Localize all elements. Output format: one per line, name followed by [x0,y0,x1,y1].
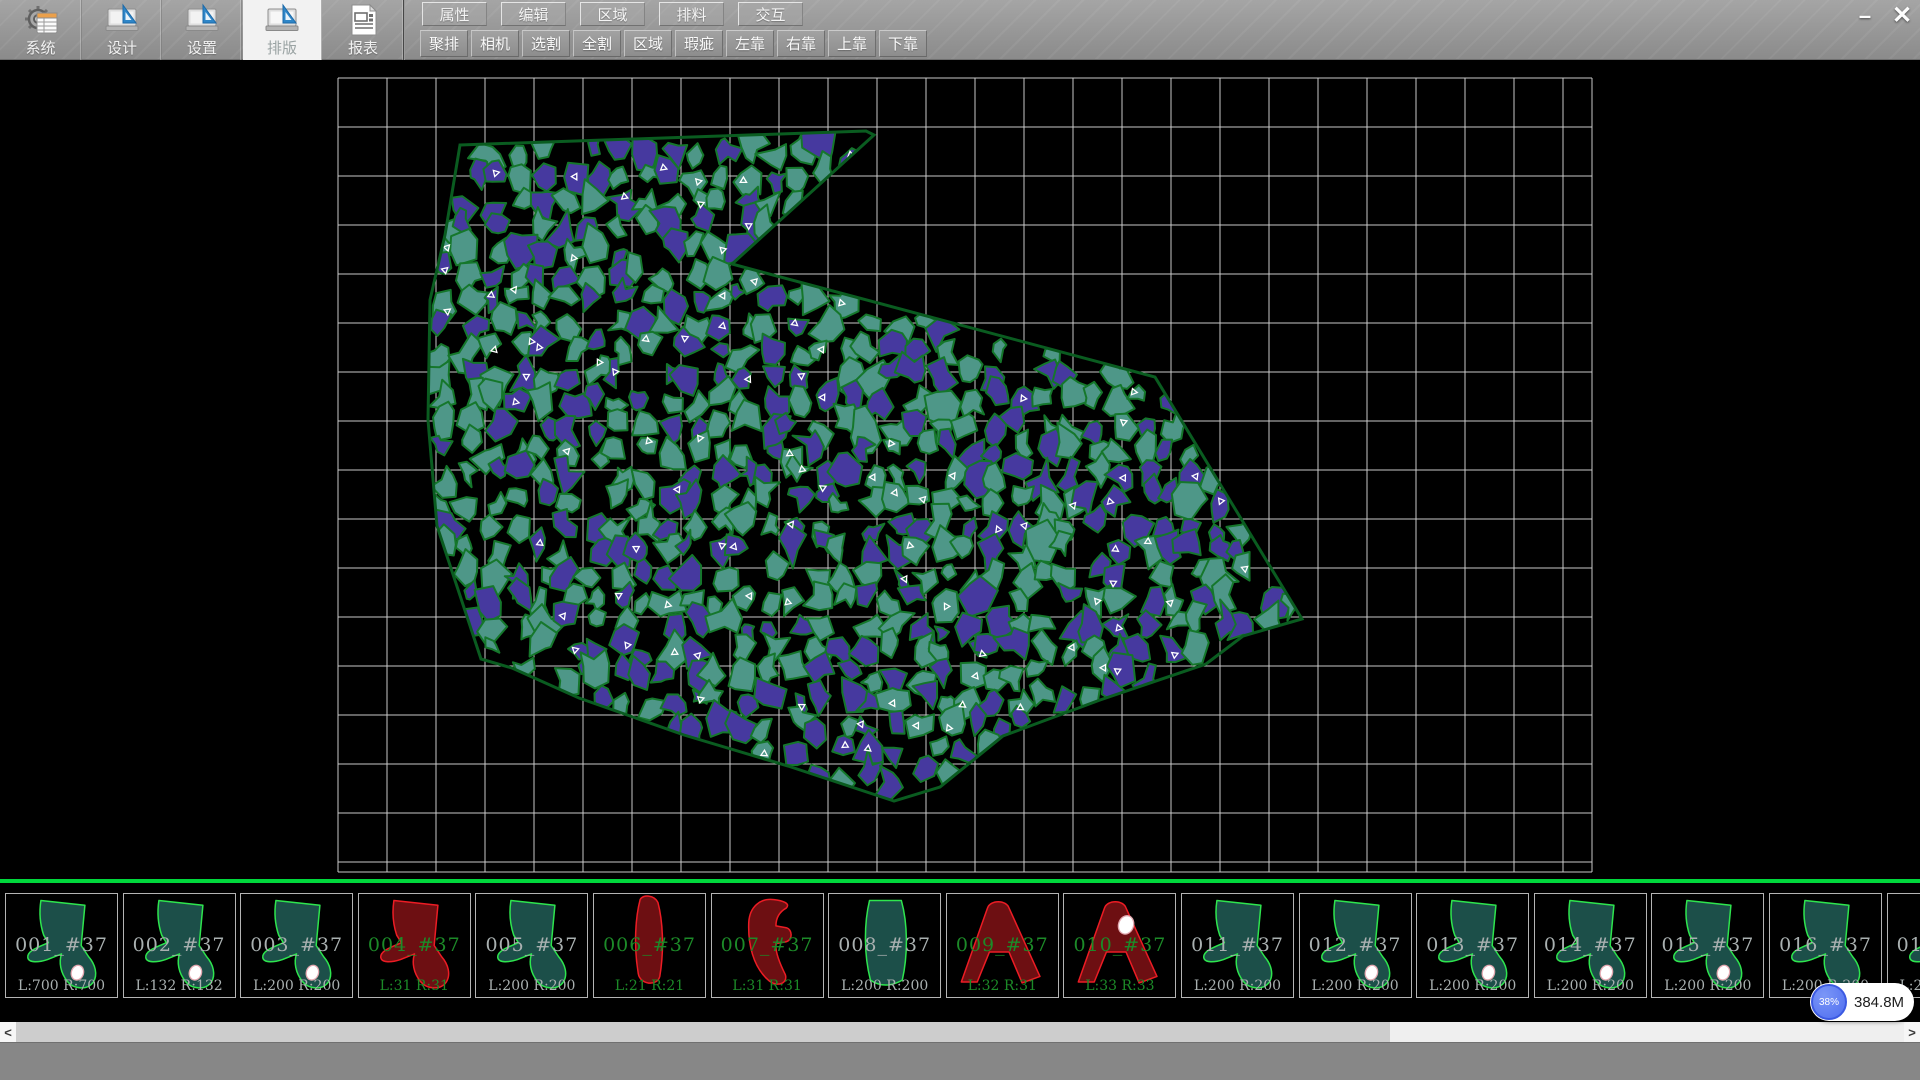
menu-item-edit[interactable]: 编辑 [501,2,566,26]
menu-bar: 属性 编辑 区域 排料 交互 [422,2,817,27]
thumbnail-cell[interactable]: 013_#37L:200 R:200 [1416,893,1529,998]
thumbnail-cell[interactable]: 001_#37L:700 R:700 [5,893,118,998]
close-button[interactable]: ✕ [1884,2,1920,29]
thumbnail-cell[interactable]: 012_#37L:200 R:200 [1299,893,1412,998]
tool-align-bottom[interactable]: 下靠 [879,30,927,57]
tool-region[interactable]: 区域 [624,30,672,57]
app-tab-report[interactable]: 报表 [323,0,405,60]
thumbnail-cell[interactable]: 007_#37L:31 R:31 [711,893,824,998]
thumbnail-cell[interactable]: 009_#37L:32 R:31 [946,893,1059,998]
piece-preview [241,894,352,997]
tool-cut-all[interactable]: 全割 [573,30,621,57]
thumbnail-cell[interactable]: 010_#37L:33 R:33 [1063,893,1176,998]
tool-align-top[interactable]: 上靠 [828,30,876,57]
progress-percent-badge: 38% [1811,984,1847,1020]
toolbar: 系统 设计 设置 [0,0,1920,60]
piece-thumbnail-bar: 001_#37L:700 R:700002_#37L:132 R:132003_… [0,883,1920,1022]
app-tab-settings[interactable]: 设置 [163,0,242,60]
thumbnail-cell[interactable]: 003_#37L:200 R:200 [240,893,353,998]
thumbnail-cell[interactable]: 004_#37L:31 R:31 [358,893,471,998]
app-tab-label: 报表 [348,40,378,58]
piece-preview [6,894,117,997]
app-tab-label: 排版 [267,40,297,58]
tool-camera[interactable]: 相机 [471,30,519,57]
menu-item-nesting[interactable]: 排料 [659,2,724,26]
thumbnail-cell[interactable]: 006_#37L:21 R:21 [593,893,706,998]
app-tab-system[interactable]: 系统 [0,0,82,60]
piece-preview [1888,894,1920,997]
app-tab-label: 系统 [25,40,55,58]
thumbnail-cell[interactable]: 015_#37L:200 R:200 [1651,893,1764,998]
gear-icon [23,3,59,39]
tool-align-left[interactable]: 左靠 [726,30,774,57]
tool-bar-row: 聚排 相机 选割 全割 区域 瑕疵 左靠 右靠 上靠 下靠 [420,30,930,58]
thumbnail-cell[interactable]: 014_#37L:200 R:200 [1534,893,1647,998]
menu-item-interaction[interactable]: 交互 [738,2,803,26]
piece-preview [1652,894,1763,997]
scroll-left-arrow[interactable]: < [0,1022,16,1042]
tool-align-right[interactable]: 右靠 [777,30,825,57]
report-icon [345,3,381,39]
menu-item-properties[interactable]: 属性 [422,2,487,26]
piece-preview [712,894,823,997]
piece-preview [1770,894,1881,997]
status-bar [0,1042,1920,1080]
thumbnail-cell[interactable]: 002_#37L:132 R:132 [123,893,236,998]
settings-icon [184,3,220,39]
app-tab-label: 设置 [187,40,217,58]
layout-icon [264,3,300,39]
status-badge: 38% 384.8M [1810,983,1914,1021]
design-icon [104,3,140,39]
minimize-button[interactable]: – [1848,2,1882,29]
piece-preview [1417,894,1528,997]
tool-defect[interactable]: 瑕疵 [675,30,723,57]
nesting-canvas[interactable] [0,60,1920,879]
tool-select-cut[interactable]: 选割 [522,30,570,57]
piece-preview [947,894,1058,997]
piece-preview [1535,894,1646,997]
nesting-layout-drawing [0,60,1920,879]
scrollbar-thumb[interactable] [16,1022,1390,1042]
tool-cluster-nest[interactable]: 聚排 [420,30,468,57]
thumbnail-cell[interactable]: 008_#37L:200 R:200 [828,893,941,998]
horizontal-scrollbar[interactable]: < > [0,1022,1920,1042]
thumbnail-cell[interactable]: 005_#37L:200 R:200 [475,893,588,998]
app-tab-design[interactable]: 设计 [83,0,162,60]
piece-preview [829,894,940,997]
app-tab-label: 设计 [107,40,137,58]
piece-preview [594,894,705,997]
piece-preview [1064,894,1175,997]
application-window: 系统 设计 设置 [0,0,1920,1080]
menu-item-region[interactable]: 区域 [580,2,645,26]
memory-usage-label: 384.8M [1854,994,1904,1011]
piece-preview [1182,894,1293,997]
piece-preview [476,894,587,997]
piece-preview [1300,894,1411,997]
piece-preview [124,894,235,997]
piece-preview [359,894,470,997]
scroll-right-arrow[interactable]: > [1904,1022,1920,1042]
thumbnail-cell[interactable]: 011_#37L:200 R:200 [1181,893,1294,998]
app-tab-layout[interactable]: 排版 [243,0,322,60]
